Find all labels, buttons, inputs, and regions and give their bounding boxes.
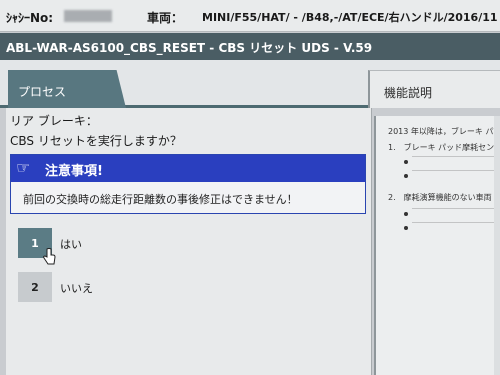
process-panel: リア ブレーキ： CBS リセットを実行しますか？ ☞ 注意事項! 前回の交換時…: [6, 108, 372, 375]
chassis-number-redacted: [64, 10, 112, 22]
warning-box: ☞ 注意事項! 前回の交換時の総走行距離数の事後修正はできません！: [10, 154, 366, 214]
pointing-hand-icon: ☞: [16, 158, 31, 177]
vehicle-label: 車両：: [147, 11, 184, 25]
warning-text: 前回の交換時の総走行距離数の事後修正はできません！: [23, 193, 298, 206]
bullet-icon: [404, 212, 408, 216]
help-text-line: [412, 208, 500, 222]
bullet-icon: [404, 226, 408, 230]
warning-header: ☞ 注意事項!: [11, 155, 365, 182]
tab-process-label: プロセス: [18, 85, 67, 99]
bullet-icon: [404, 160, 408, 164]
help-text-line: 2. 摩耗演算機能のない車両: [388, 193, 492, 202]
question-text: CBS リセットを実行しますか？: [10, 134, 182, 148]
section-label: リア ブレーキ：: [10, 114, 98, 128]
help-scrollbar[interactable]: [494, 116, 500, 375]
option-yes-number: 1: [31, 236, 39, 250]
vehicle-info-bar: ｼｬｼｰNo: 車両： MINI/F55/HAT/ - /B48,-/AT/EC…: [0, 0, 500, 32]
option-no-number: 2: [31, 280, 39, 294]
tab-help-label: 機能説明: [384, 86, 433, 100]
vehicle-value: MINI/F55/HAT/ - /B48,-/AT/ECE/右ハンドル/2016…: [202, 11, 498, 24]
option-yes-label[interactable]: はい: [60, 236, 82, 252]
tab-function-description[interactable]: 機能説明: [368, 70, 500, 108]
procedure-title: ABL-WAR-AS6100_CBS_RESET - CBS リセット UDS …: [6, 41, 373, 55]
help-text-line: [412, 222, 500, 236]
option-no-label[interactable]: いいえ: [60, 280, 93, 296]
tab-process[interactable]: プロセス: [8, 70, 126, 108]
help-text-line: [412, 170, 500, 184]
hand-cursor-icon: [43, 248, 56, 265]
option-no-button[interactable]: 2: [18, 272, 52, 302]
function-description-panel: 2013 年以降は，ブレーキ パッド 1. ブレーキ パッド摩耗センサ 2. 摩…: [374, 116, 500, 375]
chassis-number-label: ｼｬｼｰNo:: [6, 11, 54, 25]
procedure-title-bar: ABL-WAR-AS6100_CBS_RESET - CBS リセット UDS …: [0, 33, 500, 60]
warning-title: 注意事項!: [45, 164, 103, 179]
bullet-icon: [404, 174, 408, 178]
help-text-line: 1. ブレーキ パッド摩耗センサ: [388, 143, 500, 152]
help-text-line: [412, 156, 500, 170]
help-text-line: 2013 年以降は，ブレーキ パッド: [388, 127, 500, 136]
tab-strip: プロセス 機能説明: [0, 60, 500, 108]
